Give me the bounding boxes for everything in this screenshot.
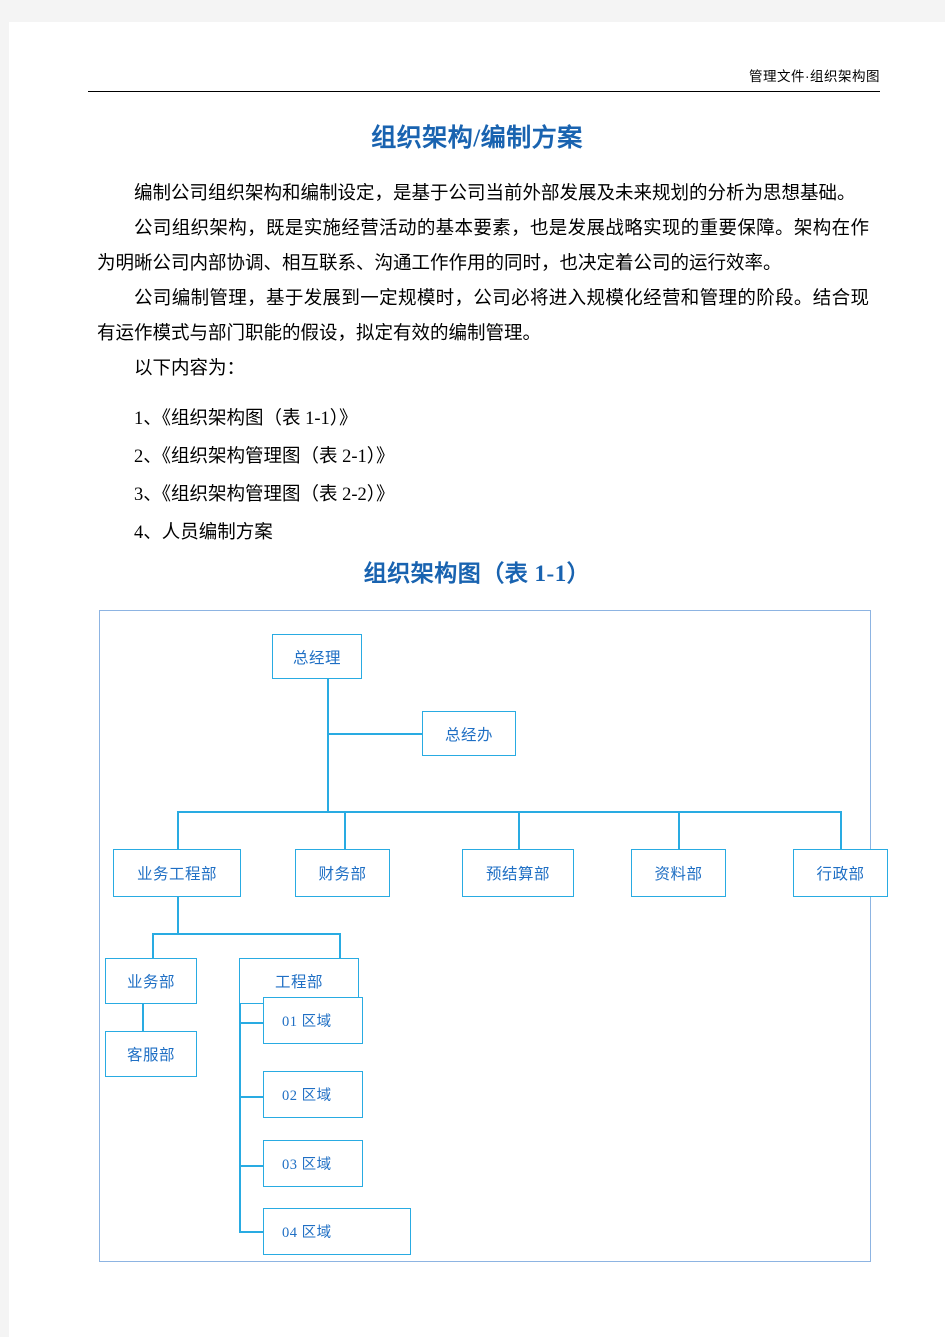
- connector-branch-region-04: [239, 1231, 263, 1233]
- paragraph-4: 以下内容为：: [134, 359, 246, 379]
- connector-business-engineering-stem: [177, 897, 179, 934]
- node-administration-dept[interactable]: 行政部: [793, 849, 888, 897]
- node-archives-dept-label: 资料部: [654, 866, 703, 883]
- list-item-1: 1、《组织架构图（表 1-1）》: [134, 409, 358, 429]
- node-customer-service-sub-label: 客服部: [126, 1047, 175, 1064]
- node-region-04-label: 04 区域: [282, 1225, 332, 1241]
- node-business-engineering-dept[interactable]: 业务工程部: [113, 849, 241, 897]
- node-region-03[interactable]: 03 区域: [263, 1140, 363, 1187]
- page-header: 管理文件·组织架构图: [88, 58, 880, 92]
- node-budget-dept[interactable]: 预结算部: [462, 849, 574, 897]
- node-region-02-label: 02 区域: [282, 1088, 332, 1104]
- connector-branch-region-01: [239, 1022, 263, 1024]
- connector-business-to-customer-service: [142, 1004, 144, 1031]
- list-item-4: 4、人员编制方案: [134, 523, 273, 543]
- connector-engineering-trunk: [239, 979, 241, 1231]
- node-archives-dept[interactable]: 资料部: [631, 849, 726, 897]
- org-chart-frame: 总经理 总经办 业务工程部 财务部 预结算部 资料部 行政部 业务部 工程部 客…: [99, 610, 888, 1262]
- node-engineering-sub-label: 工程部: [274, 974, 323, 991]
- node-finance-dept[interactable]: 财务部: [295, 849, 390, 897]
- connector-drop-finance: [344, 811, 346, 849]
- node-gm-office-label: 总经办: [444, 726, 493, 744]
- connector-gm-office-horizontal: [327, 733, 422, 735]
- node-finance-dept-label: 财务部: [318, 866, 367, 883]
- paragraph-3: 公司编制管理，基于发展到一定规模时，公司必将进入规模化经营和管理的阶段。结合现有…: [97, 289, 869, 344]
- node-administration-dept-label: 行政部: [816, 866, 865, 883]
- node-business-sub[interactable]: 业务部: [105, 958, 197, 1004]
- connector-department-bus: [177, 811, 840, 813]
- connector-drop-budget: [518, 811, 520, 849]
- node-region-03-label: 03 区域: [282, 1157, 332, 1173]
- node-general-manager[interactable]: 总经理: [272, 634, 362, 679]
- node-business-sub-label: 业务部: [126, 974, 175, 991]
- node-gm-office[interactable]: 总经办: [422, 711, 516, 756]
- connector-drop-engineering: [339, 933, 341, 958]
- header-divider-rule: [88, 91, 880, 92]
- node-business-engineering-dept-label: 业务工程部: [136, 866, 217, 883]
- document-page: 管理文件·组织架构图 组织架构/编制方案 编制公司组织架构和编制设定，是基于公司…: [9, 22, 945, 1337]
- connector-branch-region-02: [239, 1096, 263, 1098]
- node-general-manager-label: 总经理: [292, 649, 341, 667]
- node-region-01[interactable]: 01 区域: [263, 997, 363, 1044]
- node-customer-service-sub[interactable]: 客服部: [105, 1031, 197, 1077]
- connector-drop-business-engineering: [177, 811, 179, 849]
- org-chart-canvas: 总经理 总经办 业务工程部 财务部 预结算部 资料部 行政部 业务部 工程部 客…: [100, 611, 888, 1261]
- contents-list: 1、《组织架构图（表 1-1）》 2、《组织架构管理图（表 2-1）》 3、《组…: [97, 400, 869, 552]
- list-item-3: 3、《组织架构管理图（表 2-2）》: [134, 485, 395, 505]
- node-region-01-label: 01 区域: [282, 1014, 332, 1030]
- node-budget-dept-label: 预结算部: [485, 866, 550, 883]
- connector-gm-vertical: [327, 679, 329, 811]
- connector-sub-bus: [152, 933, 340, 935]
- connector-drop-business: [152, 933, 154, 958]
- paragraph-2: 公司组织架构，既是实施经营活动的基本要素，也是发展战略实现的重要保障。架构在作为…: [97, 219, 869, 274]
- paragraph-1: 编制公司组织架构和编制设定，是基于公司当前外部发展及未来规划的分析为思想基础。: [134, 184, 856, 204]
- section-title: 组织架构图（表 1-1）: [363, 561, 591, 586]
- list-item-2: 2、《组织架构管理图（表 2-1）》: [134, 447, 395, 467]
- body-paragraphs: 编制公司组织架构和编制设定，是基于公司当前外部发展及未来规划的分析为思想基础。 …: [97, 177, 869, 387]
- connector-drop-administration: [840, 811, 842, 849]
- page-title: 组织架构/编制方案: [371, 125, 583, 152]
- node-region-04[interactable]: 04 区域: [263, 1208, 411, 1255]
- running-head-text: 管理文件·组织架构图: [749, 69, 880, 84]
- connector-drop-archives: [678, 811, 680, 849]
- node-region-02[interactable]: 02 区域: [263, 1071, 363, 1118]
- connector-branch-region-03: [239, 1165, 263, 1167]
